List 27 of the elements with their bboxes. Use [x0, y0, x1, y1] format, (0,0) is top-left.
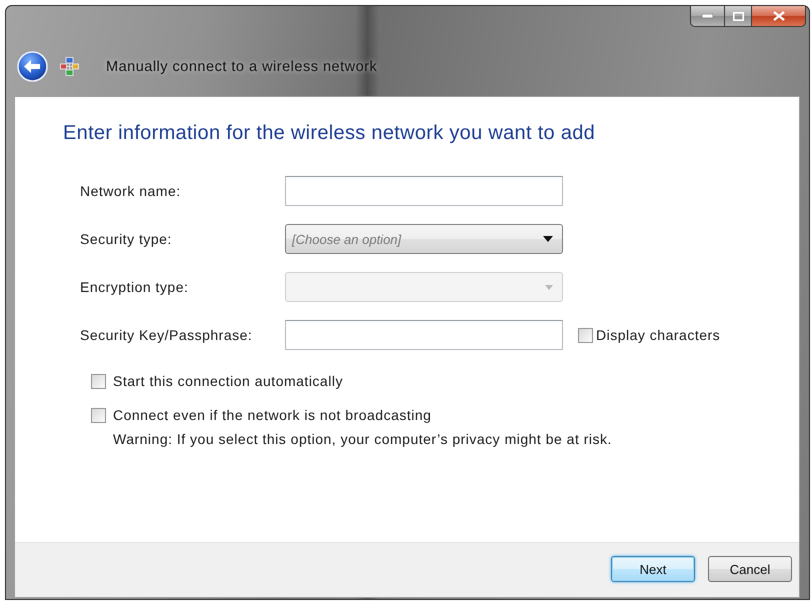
checkbox-label[interactable]: Connect even if the network is not broadcasting [113, 407, 432, 423]
dialog-button[interactable]: Next [611, 556, 695, 582]
field-label: Security Key/Passphrase: [80, 327, 252, 343]
close-button[interactable] [751, 6, 806, 27]
close-icon [772, 11, 784, 21]
checkbox[interactable] [578, 328, 593, 342]
checkbox[interactable] [91, 374, 106, 388]
caret-icon [543, 236, 553, 242]
minimize-icon [702, 14, 713, 18]
checkbox[interactable] [91, 408, 106, 422]
instruction-heading: Enter information for the wireless network you want to add [63, 121, 596, 146]
maximize-icon [732, 12, 744, 20]
field-label: Security type: [80, 231, 172, 247]
maximize-button[interactable] [724, 6, 751, 27]
minimize-button[interactable] [690, 6, 724, 27]
back-button[interactable] [17, 51, 48, 82]
checkbox-label[interactable]: Start this connection automatically [113, 373, 343, 389]
window-title: Manually connect to a wireless network [106, 58, 378, 74]
input-field[interactable] [285, 176, 563, 206]
caret-icon [545, 284, 553, 290]
warning-text: Warning: If you select this option, your computer’s privacy might be at risk. [113, 431, 612, 447]
network-icon [60, 57, 79, 76]
input-field[interactable] [285, 320, 563, 350]
field-label: Encryption type: [80, 279, 188, 295]
field-label: Network name: [80, 183, 181, 199]
checkbox-label[interactable]: Display characters [596, 327, 720, 343]
dialog-button[interactable]: Cancel [708, 556, 792, 582]
